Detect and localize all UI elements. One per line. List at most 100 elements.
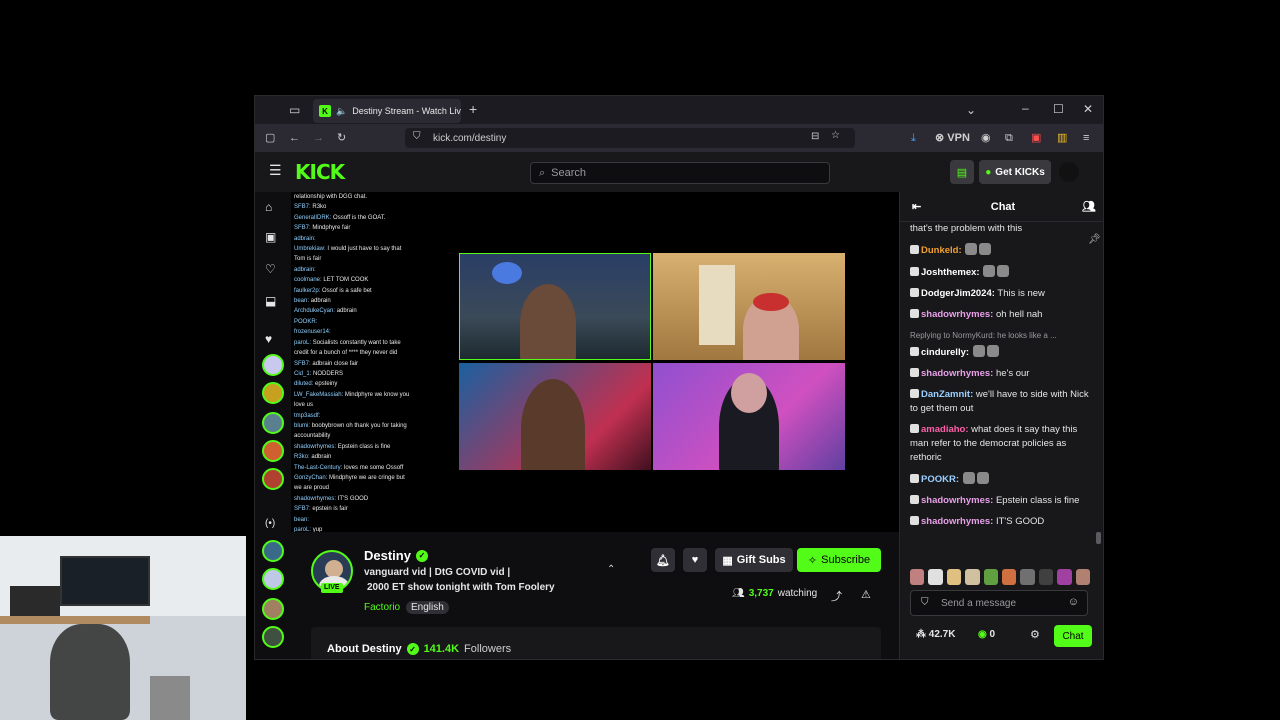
vpn-button[interactable]: ⊗ VPN [935,132,970,144]
channel-points[interactable]: ◉ 0 [978,629,995,640]
gift-subs-button[interactable]: ▦ Gift Subs [715,548,793,572]
chat-message[interactable]: amadiaho: what does it say thay this man… [910,423,1090,465]
minimize-icon[interactable]: – [1022,102,1029,114]
list-all-tabs-icon[interactable]: ⌄ [966,104,976,116]
followed-channel-avatar[interactable] [262,440,284,462]
chat-username[interactable]: shadowrhymes: [921,368,993,379]
collapse-chat-icon[interactable]: ⇤ [912,200,921,213]
emote[interactable] [965,569,980,585]
menu-icon[interactable]: ≡ [1083,132,1089,144]
emote[interactable] [1057,569,1072,585]
followed-channel-avatar[interactable] [262,382,284,404]
kick-logo[interactable]: KICK [295,160,345,184]
about-section[interactable]: About Destiny ✓ 141.4K Followers [311,627,881,659]
chat-username[interactable]: DanZamnit: [921,389,973,400]
chat-message[interactable]: Dunkeld: [910,243,1090,258]
emote[interactable] [1020,569,1035,585]
emote[interactable] [928,569,943,585]
followed-channel-avatar[interactable] [262,412,284,434]
chat-scrollbar[interactable] [1096,532,1101,544]
gift-icon: ▦ [722,554,733,567]
chat-username[interactable]: DodgerJim2024: [921,288,995,299]
following-heart-icon[interactable]: ♡ [265,262,276,276]
chat-users-icon[interactable]: 👥︎ [1082,200,1096,213]
emote[interactable] [1075,569,1091,585]
extensions-icon[interactable]: ⧉ [1005,132,1013,144]
chat-username[interactable]: Joshthemex: [921,267,980,278]
follow-heart-button[interactable]: ♥ [683,548,707,572]
back-icon[interactable]: ← [289,132,300,144]
emote[interactable] [1038,569,1054,585]
subscribe-button[interactable]: ✧ Subscribe [797,548,881,572]
creator-dashboard-icon[interactable]: ⬓ [265,294,276,308]
channel-name[interactable]: Destiny ✓ [364,548,428,563]
recommended-channel-avatar[interactable] [262,540,284,562]
search-input[interactable]: ⌕ Search [530,162,830,184]
collapse-chevron-icon[interactable]: ⌃ [607,564,615,575]
chat-message[interactable]: DanZamnit: we'll have to side with Nick … [910,388,1090,416]
category-link[interactable]: Factorio [364,602,400,613]
recommended-channel-avatar[interactable] [262,626,284,648]
chat-message[interactable]: POOKR: [910,472,1090,487]
send-chat-button[interactable]: Chat [1054,625,1092,647]
addon-chart-icon[interactable]: ▥ [1057,132,1067,144]
chat-message[interactable]: shadowrhymes: he's our [910,367,1090,381]
chat-username[interactable]: shadowrhymes: [921,516,993,527]
emote[interactable] [983,569,999,585]
chat-username[interactable]: shadowrhymes: [921,495,993,506]
chat-username[interactable]: shadowrhymes: [921,309,993,320]
reload-icon[interactable]: ↻ [337,132,346,144]
notification-bell-button[interactable]: 🔔︎ [651,548,675,572]
addon-icon[interactable]: ▣ [1031,132,1041,144]
recommended-channel-avatar[interactable] [262,568,284,590]
chat-username[interactable]: amadiaho: [921,424,969,435]
chat-username[interactable]: POOKR: [921,474,959,485]
home-icon[interactable]: ⌂ [265,200,272,214]
chat-message[interactable]: shadowrhymes: IT'S GOOD [910,515,1090,529]
kicks-balance[interactable]: ⁂ 42.7K [916,629,955,640]
chat-message-input[interactable]: ⛉ Send a message ☺ [910,590,1088,616]
video-player[interactable]: relationship with DGG chat. SFB7: R3ko Gen… [291,192,899,532]
browser-tab[interactable]: K 🔈 Destiny Stream - Watch Liv ✕ [313,99,461,123]
reader-view-icon[interactable]: ⊟ [811,131,819,142]
close-window-icon[interactable]: ✕ [1083,103,1093,115]
report-icon[interactable]: ⚠ [861,588,871,601]
overlay-chat-user: POOKR: [294,318,318,325]
overlay-chat-user: Cid_1: [294,370,312,377]
emote[interactable] [910,569,925,585]
followed-channel-avatar[interactable] [262,354,284,376]
followed-channel-avatar[interactable] [262,468,284,490]
chat-username[interactable]: Dunkeld: [921,245,962,256]
chat-message[interactable]: shadowrhymes: Epstein class is fine [910,494,1090,508]
get-kicks-button[interactable]: ● Get KICKs [979,160,1051,184]
chat-message[interactable]: Joshthemex: [910,265,1090,280]
emoji-icon[interactable]: ☺ [1068,596,1079,608]
chat-message[interactable]: that's the problem with this [910,222,1090,236]
chat-message[interactable]: DodgerJim2024: This is new [910,287,1090,301]
forward-icon[interactable]: → [313,132,324,144]
recommended-channel-avatar[interactable] [262,598,284,620]
browse-icon[interactable]: ▣ [265,230,276,244]
chat-message[interactable]: Replying to NormyKurd: he looks like a .… [910,329,1090,360]
share-icon[interactable]: ⤴ [831,588,842,604]
maximize-icon[interactable]: ☐ [1053,103,1064,115]
new-tab-icon[interactable]: + [469,102,477,116]
user-badge-icon [910,267,919,276]
tab-list-icon[interactable]: ▭ [289,104,300,116]
speaker-icon[interactable]: 🔈 [336,106,347,117]
chat-username[interactable]: cindurelly: [921,347,969,358]
download-icon[interactable]: ⤓ [911,132,916,144]
emote[interactable] [946,569,962,585]
hamburger-menu-icon[interactable]: ☰ [269,162,282,179]
chat-message[interactable]: shadowrhymes: oh hell nah [910,308,1090,322]
address-bar[interactable]: ⛉ kick.com/destiny ⊟ ☆ [405,128,855,148]
profile-icon[interactable]: ◉ [981,132,991,144]
verified-icon: ✓ [415,549,428,562]
emote[interactable] [1002,569,1017,585]
settings-gear-icon[interactable]: ⚙ [1030,628,1040,641]
language-tag[interactable]: English [406,601,449,614]
sidebar-toggle-icon[interactable]: ▢ [265,132,275,144]
user-avatar[interactable] [1059,162,1079,182]
bookmark-star-icon[interactable]: ☆ [831,130,840,141]
kicks-store-icon[interactable]: ▤ [950,160,974,184]
